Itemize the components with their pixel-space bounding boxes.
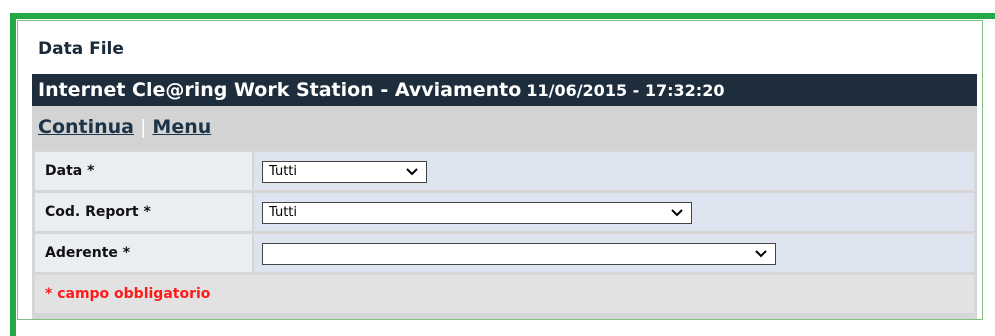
app-title: Internet Cle@ring Work Station - Avviame… bbox=[38, 79, 522, 101]
data-select-value: Tutti bbox=[269, 164, 298, 179]
cod-report-select-value: Tutti bbox=[269, 205, 298, 220]
data-label: Data * bbox=[35, 152, 252, 190]
menu-link[interactable]: Menu bbox=[152, 116, 211, 138]
section-title: Data File bbox=[38, 39, 124, 59]
cod-report-select[interactable]: Tutti bbox=[262, 202, 692, 224]
cod-report-field-cell: Tutti bbox=[254, 193, 974, 231]
form-row-aderente: Aderente * bbox=[35, 234, 974, 274]
chevron-down-icon bbox=[406, 168, 418, 176]
aderente-label: Aderente * bbox=[35, 234, 252, 272]
form-row-data: Data * Tutti bbox=[35, 152, 974, 192]
chevron-down-icon bbox=[755, 250, 767, 258]
filter-form: Data * Tutti Cod. Report * Tutti Aderent… bbox=[32, 149, 977, 319]
continua-link[interactable]: Continua bbox=[38, 116, 134, 138]
app-title-bar: Internet Cle@ring Work Station - Avviame… bbox=[32, 74, 977, 106]
data-select[interactable]: Tutti bbox=[262, 161, 427, 183]
header-datetime: 11/06/2015 - 17:32:20 bbox=[526, 81, 725, 100]
aderente-field-cell bbox=[254, 234, 974, 272]
form-row-cod-report: Cod. Report * Tutti bbox=[35, 193, 974, 233]
nav-bar: Continua | Menu bbox=[32, 106, 977, 149]
chevron-down-icon bbox=[671, 209, 683, 217]
cod-report-label: Cod. Report * bbox=[35, 193, 252, 231]
required-field-note: * campo obbligatorio bbox=[35, 275, 974, 313]
nav-separator: | bbox=[140, 116, 147, 138]
aderente-select[interactable] bbox=[262, 243, 776, 265]
data-field-cell: Tutti bbox=[254, 152, 974, 190]
